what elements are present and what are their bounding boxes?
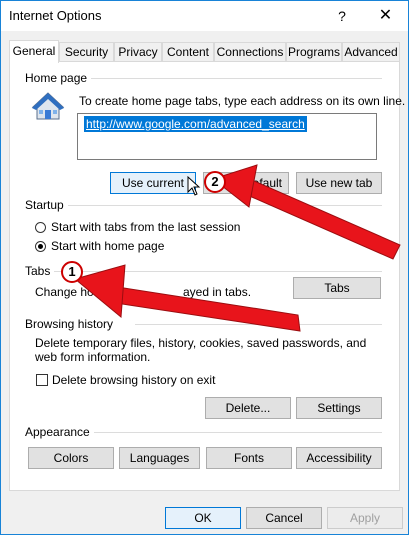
annotation-badge-2: 2	[204, 171, 226, 193]
tab-content[interactable]: Content	[162, 42, 214, 61]
appearance-heading: Appearance	[25, 425, 94, 439]
internet-options-window: Internet Options ? ✕ General Security Pr…	[0, 0, 409, 535]
tabs-description-start: Change how we	[35, 285, 122, 299]
tabs-description-end: ayed in tabs.	[183, 285, 252, 299]
fonts-button[interactable]: Fonts	[206, 447, 292, 469]
cancel-button[interactable]: Cancel	[246, 507, 322, 529]
tab-programs[interactable]: Programs	[286, 42, 342, 61]
tab-general[interactable]: General	[9, 40, 59, 63]
settings-button[interactable]: Settings	[296, 397, 382, 419]
divider	[88, 78, 382, 79]
mouse-cursor-icon	[187, 176, 201, 196]
delete-button[interactable]: Delete...	[205, 397, 291, 419]
ok-button[interactable]: OK	[165, 507, 241, 529]
tab-security[interactable]: Security	[59, 42, 114, 61]
tabs-heading: Tabs	[25, 264, 55, 278]
window-title: Internet Options	[9, 8, 102, 23]
divider	[67, 205, 382, 206]
home-page-url-input[interactable]: http://www.google.com/advanced_search	[77, 113, 377, 160]
use-new-tab-button[interactable]: Use new tab	[296, 172, 382, 194]
divider	[53, 271, 382, 272]
close-icon[interactable]: ✕	[363, 1, 408, 31]
house-icon	[31, 92, 65, 120]
annotation-badge-1: 1	[61, 261, 83, 283]
browsing-history-heading: Browsing history	[25, 317, 118, 331]
apply-button[interactable]: Apply	[327, 507, 403, 529]
title-bar: Internet Options ? ✕	[1, 1, 408, 31]
accessibility-button[interactable]: Accessibility	[296, 447, 382, 469]
delete-history-on-exit-checkbox[interactable]	[36, 374, 48, 386]
divider	[135, 324, 382, 325]
startup-heading: Startup	[25, 198, 68, 212]
start-with-home-page-label: Start with home page	[51, 239, 165, 253]
tab-connections[interactable]: Connections	[214, 42, 286, 61]
help-icon[interactable]: ?	[327, 1, 357, 31]
browsing-history-description: Delete temporary files, history, cookies…	[35, 336, 367, 364]
home-page-description: To create home page tabs, type each addr…	[79, 94, 406, 108]
use-current-button[interactable]: Use current	[110, 172, 196, 194]
home-page-url-text: http://www.google.com/advanced_search	[84, 116, 307, 132]
start-with-last-session-label: Start with tabs from the last session	[51, 220, 241, 234]
tab-advanced[interactable]: Advanced	[342, 42, 400, 61]
tab-privacy[interactable]: Privacy	[114, 42, 162, 61]
tabs-button[interactable]: Tabs	[293, 277, 381, 299]
start-with-home-page-radio[interactable]	[35, 241, 46, 252]
languages-button[interactable]: Languages	[119, 447, 200, 469]
divider	[91, 432, 382, 433]
colors-button[interactable]: Colors	[28, 447, 114, 469]
delete-history-on-exit-label: Delete browsing history on exit	[52, 373, 216, 387]
start-with-last-session-radio[interactable]	[35, 222, 46, 233]
home-page-heading: Home page	[25, 71, 92, 85]
